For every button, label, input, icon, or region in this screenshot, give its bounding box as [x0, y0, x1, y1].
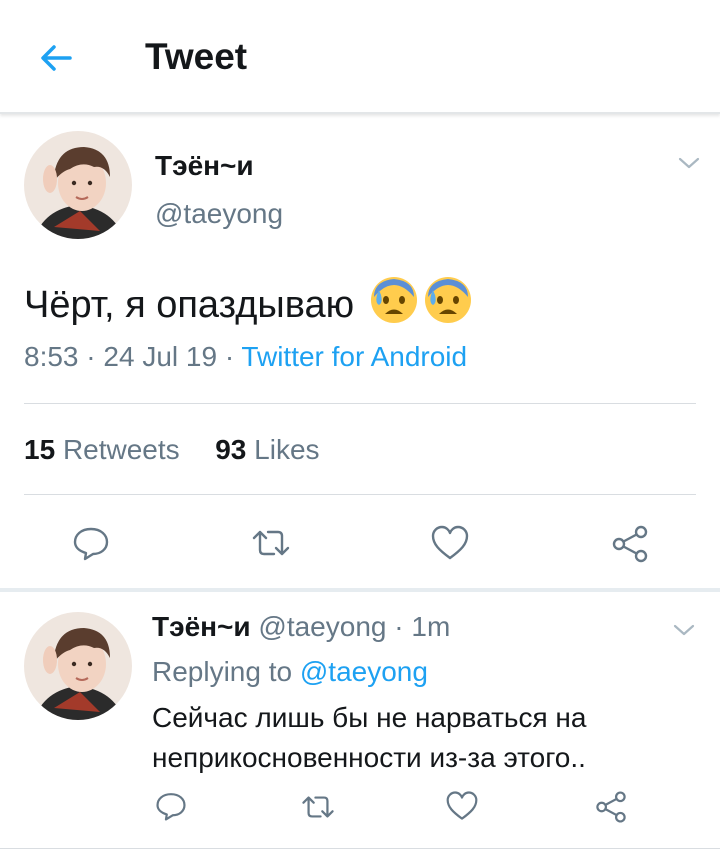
tweet-source-link[interactable]: Twitter for Android: [241, 341, 467, 372]
retweet-button[interactable]: [300, 792, 336, 827]
retweets-label: Retweets: [62, 434, 180, 465]
likes-count: 93: [215, 434, 247, 465]
back-button[interactable]: [36, 38, 76, 78]
retweet-icon: [252, 530, 290, 556]
retweets-stat[interactable]: 15 Retweets: [24, 434, 180, 465]
reply-author-name[interactable]: Тэён~и: [152, 611, 251, 642]
tweet-time: 8:53: [24, 341, 79, 372]
reply-button[interactable]: [155, 790, 187, 827]
retweet-icon: [302, 796, 334, 818]
chevron-down-icon: [673, 624, 695, 636]
avatar[interactable]: [24, 612, 132, 720]
tweet-text: Чёрт, я опаздываю: [24, 275, 473, 327]
retweet-button[interactable]: [250, 526, 292, 565]
meta-separator: ·: [224, 341, 242, 372]
reply-menu-button[interactable]: [672, 622, 696, 638]
replying-label: Replying to: [152, 656, 293, 687]
reply-actions: [0, 790, 720, 826]
likes-stat[interactable]: 93 Likes: [215, 434, 319, 465]
top-app-bar: Tweet: [0, 0, 720, 114]
anxious-sweat-emoji: [424, 277, 471, 323]
likes-label: Likes: [254, 434, 320, 465]
back-arrow-icon: [41, 45, 72, 71]
reply-icon: [73, 527, 109, 561]
share-button[interactable]: [610, 524, 650, 569]
like-icon: [431, 525, 469, 560]
reply-icon: [156, 793, 186, 821]
avatar-image: [24, 131, 132, 239]
divider: [0, 848, 720, 849]
tweet-stats: 15 Retweets 93 Likes: [24, 434, 320, 466]
tweet-actions: [0, 522, 720, 566]
avatar-image: [24, 612, 132, 720]
author-name[interactable]: Тэён~и: [155, 150, 254, 182]
section-divider: [0, 588, 720, 592]
reply-author-handle[interactable]: @taeyong: [258, 611, 386, 642]
divider: [24, 403, 696, 404]
reply-header: Тэён~и @taeyong · 1m: [152, 611, 450, 643]
meta-separator: ·: [386, 611, 412, 642]
share-button[interactable]: [594, 790, 628, 829]
tweet-text-content: Чёрт, я опаздываю: [24, 284, 355, 326]
divider: [24, 494, 696, 495]
page-title: Tweet: [145, 36, 248, 77]
like-icon: [446, 791, 478, 820]
tweet-meta: 8:53 · 24 Jul 19 · Twitter for Android: [24, 341, 467, 373]
replying-to: Replying to @taeyong: [152, 656, 428, 688]
replying-to-handle[interactable]: @taeyong: [300, 656, 428, 687]
avatar[interactable]: [24, 131, 132, 239]
like-button[interactable]: [430, 524, 470, 567]
meta-separator: ·: [86, 341, 104, 372]
reply-button[interactable]: [72, 524, 110, 567]
tweet-menu-button[interactable]: [677, 155, 701, 171]
like-button[interactable]: [445, 790, 479, 827]
author-handle[interactable]: @taeyong: [155, 198, 283, 230]
retweets-count: 15: [24, 434, 56, 465]
share-icon: [612, 525, 648, 563]
reply-age: 1m: [411, 611, 451, 642]
chevron-down-icon: [678, 157, 700, 169]
anxious-sweat-emoji: [370, 277, 417, 323]
tweet-date: 24 Jul 19: [103, 341, 218, 372]
share-icon: [596, 791, 626, 823]
reply-text: Сейчас лишь бы не нарваться на неприкосн…: [152, 702, 587, 773]
